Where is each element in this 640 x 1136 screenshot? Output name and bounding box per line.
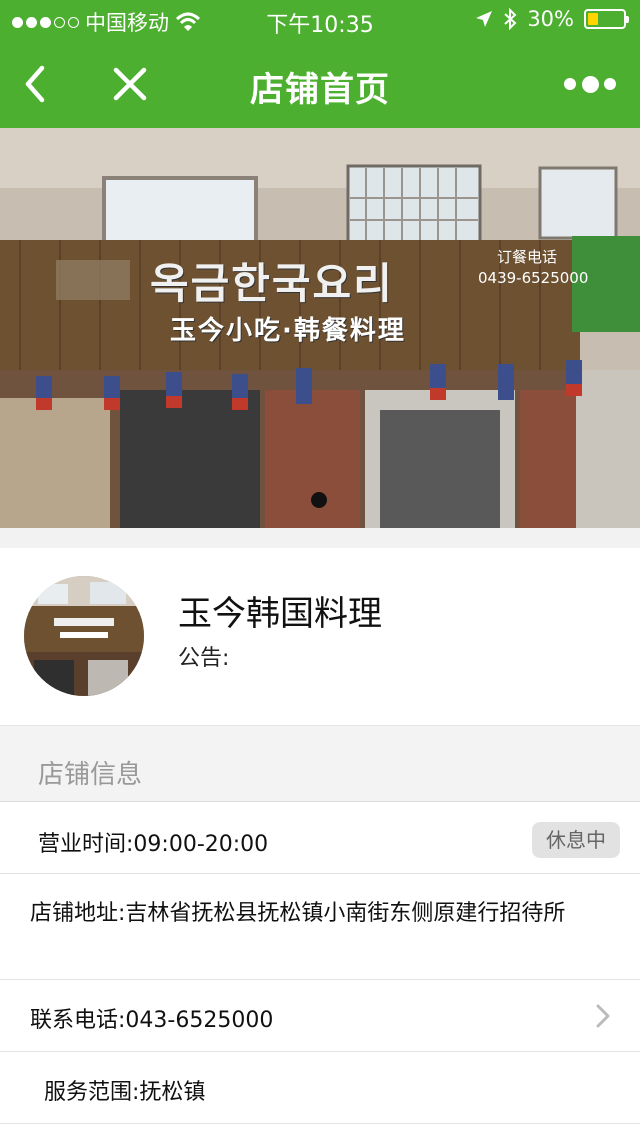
more-dot-icon xyxy=(604,78,616,90)
storefront-phone: 0439-6525000 xyxy=(478,269,589,287)
phone-row[interactable]: 联系电话:043-6525000 xyxy=(0,980,640,1052)
page-title: 店铺首页 xyxy=(250,70,390,110)
shop-avatar-image xyxy=(24,576,144,696)
chevron-right-icon xyxy=(596,1004,610,1028)
storefront-banner-image: 옥금한국요리 玉今小吃·韩餐料理 订餐电话 0439-6525000 xyxy=(0,128,640,528)
section-title: 店铺信息 xyxy=(38,760,143,790)
address-row: 店铺地址:吉林省抚松县抚松镇小南街东侧原建行招待所 xyxy=(0,874,640,980)
section-header: 店铺信息 xyxy=(0,726,640,802)
shop-header: 玉今韩国料理 公告: xyxy=(0,548,640,726)
more-dot-icon xyxy=(581,75,599,93)
storefront-sign-chinese: 玉今小吃·韩餐料理 xyxy=(170,316,406,346)
service-area: 服务范围:抚松镇 xyxy=(44,1080,206,1105)
service-area-row: 服务范围:抚松镇 xyxy=(0,1052,640,1124)
storefront-sign-korean: 옥금한국요리 xyxy=(150,259,394,308)
shop-avatar[interactable] xyxy=(24,576,144,696)
shop-phone: 联系电话:043-6525000 xyxy=(30,1008,274,1033)
shop-address: 店铺地址:吉林省抚松县抚松镇小南街东侧原建行招待所 xyxy=(30,901,566,926)
battery-fill xyxy=(588,13,598,25)
battery-icon xyxy=(584,9,629,29)
back-button[interactable] xyxy=(18,62,62,106)
status-badge: 休息中 xyxy=(532,822,620,858)
section-gap xyxy=(0,528,640,548)
battery-percent: 30% xyxy=(527,7,574,31)
bluetooth-icon xyxy=(504,8,517,30)
shop-name: 玉今韩国料理 xyxy=(178,594,382,634)
shop-notice: 公告: xyxy=(178,646,230,671)
location-icon xyxy=(476,11,493,27)
status-right: 30% xyxy=(475,7,629,31)
business-hours-row: 营业时间:09:00-20:00 休息中 xyxy=(0,802,640,874)
status-bar: 中国移动 下午10:35 30% xyxy=(0,0,640,40)
storefront-phone-label: 订餐电话 xyxy=(497,248,558,266)
close-button[interactable] xyxy=(108,62,152,106)
more-dot-icon xyxy=(564,78,576,90)
nav-bar: 店铺首页 xyxy=(0,40,640,128)
business-hours: 营业时间:09:00-20:00 xyxy=(38,832,269,857)
more-menu-button[interactable] xyxy=(564,70,616,98)
